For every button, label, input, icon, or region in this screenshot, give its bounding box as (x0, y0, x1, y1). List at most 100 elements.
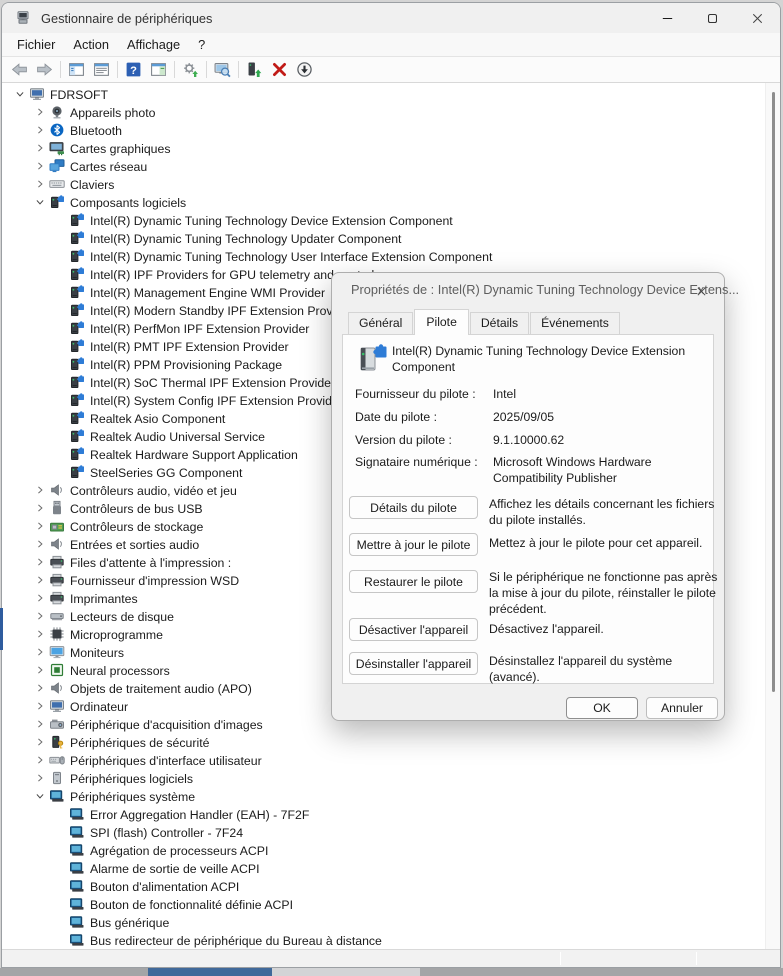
chevron-right-icon[interactable] (32, 680, 48, 696)
tree-item[interactable]: Bouton de fonctionnalité définie ACPI (2, 895, 780, 913)
chevron-right-icon[interactable] (32, 500, 48, 516)
menu-item[interactable]: Action (64, 34, 118, 55)
tree-item[interactable]: Cartes graphiques (2, 139, 780, 157)
chevron-right-icon[interactable] (32, 158, 48, 174)
chevron-right-icon[interactable] (32, 626, 48, 642)
printer-icon (49, 554, 65, 570)
bluetooth-icon (49, 122, 65, 138)
chevron-right-icon[interactable] (32, 608, 48, 624)
chevron-right-icon[interactable] (32, 716, 48, 732)
help-button[interactable]: ? (121, 58, 146, 81)
chevron-right-icon[interactable] (32, 140, 48, 156)
tree-item[interactable]: Intel(R) Dynamic Tuning Technology User … (2, 247, 780, 265)
tree-scrollbar[interactable] (765, 83, 780, 949)
tree-item-label: Intel(R) Dynamic Tuning Technology Updat… (90, 231, 401, 246)
tree-item-label: Imprimantes (70, 591, 138, 606)
dialog-tab[interactable]: Pilote (414, 309, 469, 335)
chevron-right-icon[interactable] (32, 698, 48, 714)
chevron-placeholder (52, 860, 68, 876)
action-button[interactable]: Désinstaller l'appareil (349, 652, 478, 675)
update-driver-icon (246, 61, 263, 78)
dialog-tab[interactable]: Général (348, 312, 413, 334)
menu-item[interactable]: Affichage (118, 34, 189, 55)
hid-icon (49, 752, 65, 768)
dialog-tab[interactable]: Détails (470, 312, 529, 334)
chevron-right-icon[interactable] (32, 644, 48, 660)
chevron-down-icon[interactable] (12, 86, 28, 102)
action-description: Affichez les détails concernant les fich… (489, 497, 721, 529)
action-button[interactable]: Mettre à jour le pilote (349, 533, 478, 556)
tree-item[interactable]: Cartes réseau (2, 157, 780, 175)
chevron-right-icon[interactable] (32, 536, 48, 552)
tree-item[interactable]: Composants logiciels (2, 193, 780, 211)
minimize-button[interactable] (645, 3, 690, 33)
back-button[interactable] (7, 58, 32, 81)
tree-item[interactable]: Bluetooth (2, 121, 780, 139)
tree-item[interactable]: SPI (flash) Controller - 7F24 (2, 823, 780, 841)
tree-item[interactable]: Bus générique (2, 913, 780, 931)
action-button[interactable]: Restaurer le pilote (349, 570, 478, 593)
taskbar[interactable] (0, 968, 783, 976)
dialog-close-button[interactable] (691, 281, 711, 301)
tree-item[interactable]: Périphériques logiciels (2, 769, 780, 787)
action-button[interactable]: Détails du pilote (349, 496, 478, 519)
tree-item[interactable]: Bouton d'alimentation ACPI (2, 877, 780, 895)
menu-item[interactable]: Fichier (8, 34, 64, 55)
uninstall-button[interactable] (267, 58, 292, 81)
tree-item[interactable]: Bus redirecteur de périphérique du Burea… (2, 931, 780, 949)
tree-item[interactable]: Appareils photo (2, 103, 780, 121)
chevron-right-icon[interactable] (32, 662, 48, 678)
tree-item[interactable]: Intel(R) Dynamic Tuning Technology Devic… (2, 211, 780, 229)
chevron-down-icon[interactable] (32, 194, 48, 210)
tree-item-label: Realtek Hardware Support Application (90, 447, 298, 462)
field-label: Date du pilote : (355, 410, 493, 426)
cancel-button[interactable]: Annuler (646, 697, 718, 719)
tree-item[interactable]: Claviers (2, 175, 780, 193)
menu-item[interactable]: ? (189, 34, 214, 55)
taskbar-app[interactable] (272, 968, 420, 976)
chevron-right-icon[interactable] (32, 734, 48, 750)
close-button[interactable] (735, 3, 780, 33)
chevron-right-icon[interactable] (32, 590, 48, 606)
tree-item[interactable]: FDRSOFT (2, 85, 780, 103)
chevron-right-icon[interactable] (32, 176, 48, 192)
disable-device-button[interactable] (292, 58, 317, 81)
chevron-right-icon[interactable] (32, 122, 48, 138)
ok-button[interactable]: OK (566, 697, 638, 719)
chevron-right-icon[interactable] (32, 554, 48, 570)
tree-item[interactable]: Agrégation de processeurs ACPI (2, 841, 780, 859)
forward-button[interactable] (32, 58, 57, 81)
printer-icon (49, 572, 65, 588)
tree-item[interactable]: Alarme de sortie de veille ACPI (2, 859, 780, 877)
dialog-tab[interactable]: Événements (530, 312, 620, 334)
system-device-icon (69, 806, 85, 822)
tree-item[interactable]: Intel(R) Dynamic Tuning Technology Updat… (2, 229, 780, 247)
tree-item[interactable]: Périphériques de sécurité (2, 733, 780, 751)
properties-button[interactable] (89, 58, 114, 81)
chevron-placeholder (52, 932, 68, 948)
chevron-down-icon[interactable] (32, 788, 48, 804)
action-pane-button[interactable] (146, 58, 171, 81)
tree-item-label: FDRSOFT (50, 87, 108, 102)
scan-hardware-button[interactable] (210, 58, 235, 81)
software-component-icon (69, 410, 85, 426)
chevron-right-icon[interactable] (32, 104, 48, 120)
chevron-placeholder (52, 806, 68, 822)
tree-item[interactable]: Error Aggregation Handler (EAH) - 7F2F (2, 805, 780, 823)
chevron-right-icon[interactable] (32, 518, 48, 534)
tree-item[interactable]: Périphériques système (2, 787, 780, 805)
update-driver-button[interactable] (242, 58, 267, 81)
chevron-right-icon[interactable] (32, 770, 48, 786)
tree-item-label: Intel(R) System Config IPF Extension Pro… (90, 393, 343, 408)
action-button[interactable]: Désactiver l'appareil (349, 618, 478, 641)
gear-refresh-button[interactable] (178, 58, 203, 81)
chevron-right-icon[interactable] (32, 752, 48, 768)
scrollbar-thumb[interactable] (772, 92, 775, 692)
console-tree-button[interactable] (64, 58, 89, 81)
maximize-button[interactable] (690, 3, 735, 33)
software-component-icon (69, 338, 85, 354)
chevron-right-icon[interactable] (32, 572, 48, 588)
chevron-right-icon[interactable] (32, 482, 48, 498)
taskbar-active-app[interactable] (148, 968, 272, 976)
tree-item[interactable]: Périphériques d'interface utilisateur (2, 751, 780, 769)
